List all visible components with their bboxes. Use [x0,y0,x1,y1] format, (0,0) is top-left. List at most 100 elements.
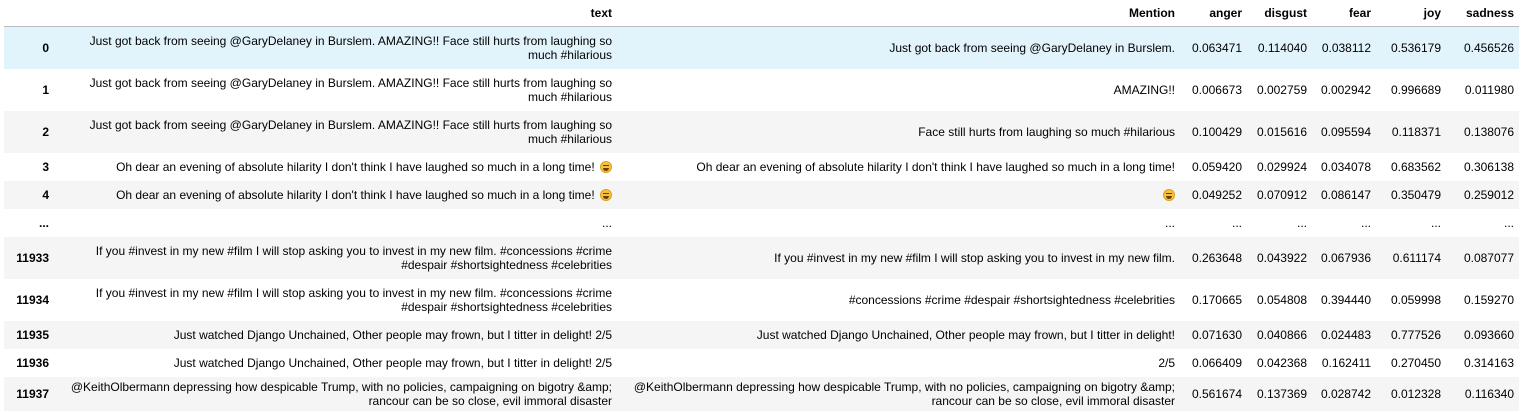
joy-cell: 0.270450 [1390,355,1441,370]
index-header [4,0,54,27]
text-cell: Oh dear an evening of absolute hilarity … [54,153,617,181]
mention-cell: Oh dear an evening of absolute hilarity … [696,159,1175,174]
sadness-cell: 0.456526 [1463,40,1514,55]
sadness-cell: 0.314163 [1463,355,1514,370]
table-row: 11937 @KeithOlbermann depressing how des… [4,376,1519,411]
mention-cell [617,181,1180,209]
disgust-cell: 0.002759 [1256,82,1307,97]
disgust-cell: 0.042368 [1256,355,1307,370]
anger-cell: 0.049252 [1191,187,1242,202]
disgust-cell: 0.015616 [1256,124,1307,139]
table-row: 3 Oh dear an evening of absolute hilarit… [4,152,1519,181]
joy-cell: 0.996689 [1390,82,1441,97]
table-row: 4 Oh dear an evening of absolute hilarit… [4,180,1519,209]
table-row: 11936 Just watched Django Unchained, Oth… [4,348,1519,377]
fear-cell: 0.002942 [1320,82,1371,97]
text-cell: If you #invest in my new #film I will st… [95,243,612,272]
fear-cell: 0.394440 [1320,292,1371,307]
disgust-cell: 0.054808 [1256,292,1307,307]
fear-cell: 0.095594 [1320,124,1371,139]
anger-cell: 0.263648 [1191,250,1242,265]
fear-cell: 0.067936 [1320,250,1371,265]
face-with-tears-of-joy-icon [600,160,612,173]
text-cell: ... [601,215,612,230]
mention-cell: Just watched Django Unchained, Other peo… [756,327,1175,342]
table-row: 11934 If you #invest in my new #film I w… [4,278,1519,321]
disgust-cell: 0.114040 [1257,40,1307,55]
anger-cell: 0.066409 [1191,355,1242,370]
fear-cell: 0.038112 [1321,40,1371,55]
joy-cell: 0.777526 [1390,327,1441,342]
disgust-column-header: disgust [1247,0,1312,27]
table-row: 11935 Just watched Django Unchained, Oth… [4,320,1519,349]
anger-cell: 0.170665 [1191,292,1242,307]
anger-column-header: anger [1180,0,1247,27]
sadness-cell: 0.011980 [1464,82,1514,97]
sadness-cell: ... [1503,215,1514,230]
row-index: 11936 [16,355,49,370]
fear-column-header: fear [1312,0,1376,27]
row-index: 11934 [16,292,49,307]
mention-cell: 2/5 [1158,355,1175,370]
joy-cell: 0.683562 [1390,159,1441,174]
mention-cell: Just got back from seeing @GaryDelaney i… [889,40,1175,55]
table-row: 11933 If you #invest in my new #film I w… [4,236,1519,279]
fear-cell: 0.028742 [1320,386,1371,401]
row-index: 3 [42,159,49,174]
fear-cell: 0.034078 [1320,159,1371,174]
table-row: 2 Just got back from seeing @GaryDelaney… [4,110,1519,153]
row-index: 0 [42,40,49,55]
joy-cell: ... [1430,215,1441,230]
fear-cell: 0.086147 [1320,187,1371,202]
sadness-cell: 0.116340 [1464,386,1514,401]
anger-cell: 0.561674 [1191,386,1242,401]
table-row: 0 Just got back from seeing @GaryDelaney… [4,26,1519,69]
table-body: 0 Just got back from seeing @GaryDelaney… [4,26,1519,411]
joy-cell: 0.012328 [1390,386,1441,401]
anger-cell: 0.059420 [1191,159,1242,174]
row-index: 11937 [16,386,49,401]
anger-cell: 0.100429 [1191,124,1242,139]
row-index: 1 [42,82,49,97]
anger-cell: 0.063471 [1191,40,1242,55]
text-cell: Just watched Django Unchained, Other peo… [173,327,612,342]
text-cell: Just got back from seeing @GaryDelaney i… [89,75,612,104]
text-cell: If you #invest in my new #film I will st… [95,285,612,314]
joy-cell: 0.350479 [1390,187,1441,202]
disgust-cell: ... [1296,215,1307,230]
face-with-tears-of-joy-icon [600,188,612,201]
row-index: 2 [42,124,49,139]
row-index: ... [38,215,49,230]
joy-cell: 0.059998 [1390,292,1441,307]
fear-cell: 0.024483 [1320,327,1371,342]
text-cell-content: Oh dear an evening of absolute hilarity … [116,187,595,202]
sadness-cell: 0.087077 [1463,250,1514,265]
disgust-cell: 0.070912 [1256,187,1307,202]
anger-cell: ... [1231,215,1242,230]
text-cell: Just watched Django Unchained, Other peo… [173,355,612,370]
table-header: text Mention anger disgust fear joy sadn… [4,0,1519,27]
anger-cell: 0.071630 [1191,327,1242,342]
row-index: 11933 [16,250,49,265]
text-cell-content: Oh dear an evening of absolute hilarity … [116,159,595,174]
table-row: 1 Just got back from seeing @GaryDelaney… [4,68,1519,111]
text-column-header: text [54,0,617,27]
row-index: 11935 [16,327,49,342]
sadness-cell: 0.259012 [1463,187,1514,202]
mention-column-header: Mention [617,0,1180,27]
dataframe-table: text Mention anger disgust fear joy sadn… [4,0,1519,411]
anger-cell: 0.006673 [1191,82,1242,97]
header-row: text Mention anger disgust fear joy sadn… [4,0,1519,27]
joy-cell: 0.536179 [1390,40,1441,55]
disgust-cell: 0.029924 [1256,159,1307,174]
mention-cell: @KeithOlbermann depressing how despicabl… [633,379,1175,408]
disgust-cell: 0.043922 [1256,250,1307,265]
mention-cell: If you #invest in my new #film I will st… [774,250,1175,265]
sadness-cell: 0.093660 [1463,327,1514,342]
text-cell: Just got back from seeing @GaryDelaney i… [89,117,612,146]
mention-cell: #concessions #crime #despair #shortsight… [848,292,1175,307]
text-cell: Oh dear an evening of absolute hilarity … [54,181,617,209]
mention-cell: ... [1164,215,1175,230]
joy-cell: 0.611174 [1392,250,1441,265]
joy-cell: 0.118371 [1391,124,1441,139]
